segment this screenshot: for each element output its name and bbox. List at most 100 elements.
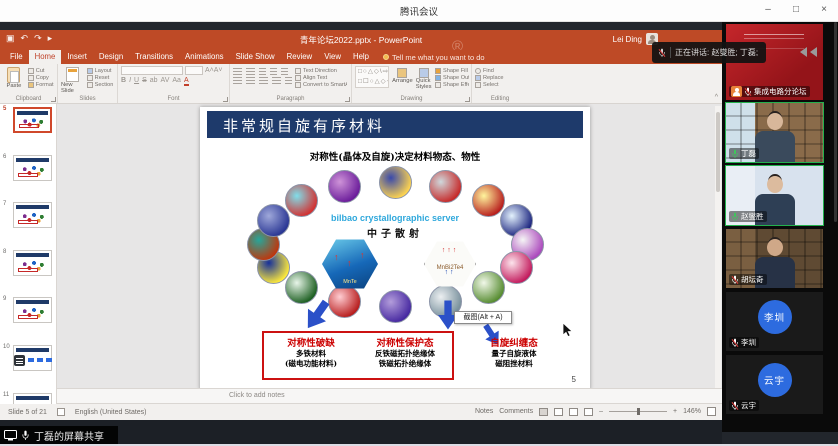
close-button[interactable]: ×: [810, 0, 838, 22]
tab-insert[interactable]: Insert: [61, 50, 93, 64]
italic-button[interactable]: I: [129, 77, 131, 84]
tab-help[interactable]: Help: [347, 50, 375, 64]
list-buttons[interactable]: [233, 68, 292, 75]
text-shadow-button[interactable]: ab: [150, 77, 158, 84]
tab-view[interactable]: View: [318, 50, 347, 64]
zoom-out-icon[interactable]: –: [599, 408, 603, 415]
hexagon-structure-left: ↑↑↑ MnTe: [322, 238, 378, 290]
arrange-button[interactable]: Arrange: [392, 66, 413, 94]
thumbnail-preview: [13, 107, 52, 133]
tab-design[interactable]: Design: [93, 50, 129, 64]
dialog-launcher-icon[interactable]: [345, 97, 350, 102]
zoom-in-icon[interactable]: +: [673, 408, 677, 415]
slide-sorter-icon[interactable]: [554, 408, 563, 416]
normal-view-icon[interactable]: [539, 408, 548, 416]
select-button[interactable]: Select: [475, 82, 526, 88]
convert-smartart-button[interactable]: Convert to SmartArt: [295, 82, 347, 88]
font-size-box[interactable]: [185, 66, 203, 75]
slide[interactable]: 非常规自旋有序材料 对称性(晶体及自旋)决定材料物态、物性 bilbao cry…: [200, 107, 590, 390]
slide-thumbnail-9[interactable]: 9: [0, 295, 57, 339]
dialog-launcher-icon[interactable]: [51, 97, 56, 102]
tell-me-box[interactable]: Tell me what you want to do: [383, 50, 485, 64]
language-indicator[interactable]: English (United States): [75, 409, 147, 416]
line-spacing-icon[interactable]: [281, 68, 288, 75]
slide-thumbnail-11[interactable]: 11: [0, 391, 57, 404]
grow-shrink-font-icon[interactable]: A˄A˅: [205, 67, 223, 74]
change-case-button[interactable]: Aa: [172, 77, 181, 84]
decrease-indent-icon[interactable]: [259, 68, 266, 75]
zoom-level[interactable]: 146%: [683, 408, 701, 415]
zoom-slider[interactable]: [609, 411, 667, 412]
shape-outline-icon: [435, 75, 441, 81]
participant-tile-5[interactable]: 李圳李圳: [726, 292, 823, 351]
participant-tile-4[interactable]: 胡坛奇: [726, 229, 823, 288]
sidebar-scrollbar[interactable]: [834, 22, 837, 222]
columns-icon[interactable]: [285, 77, 292, 84]
dialog-launcher-icon[interactable]: [223, 97, 228, 102]
tab-slide-show[interactable]: Slide Show: [230, 50, 281, 64]
thumbnail-number: 11: [3, 392, 9, 398]
find-button[interactable]: Find: [475, 68, 526, 74]
maximize-button[interactable]: □: [782, 0, 810, 22]
fit-to-window-icon[interactable]: [707, 407, 716, 416]
reset-button[interactable]: Reset: [87, 75, 115, 81]
shape-fill-button[interactable]: Shape Fill: [435, 68, 469, 74]
tab-review[interactable]: Review: [281, 50, 319, 64]
align-center-icon[interactable]: [246, 77, 255, 84]
strikethrough-button[interactable]: S: [142, 77, 147, 84]
section-button[interactable]: Section: [87, 82, 115, 88]
collapse-ribbon-icon[interactable]: ^: [715, 94, 718, 101]
canvas-scrollbar[interactable]: [715, 106, 721, 400]
mic-active-icon: [731, 149, 739, 159]
participant-tile-6[interactable]: 云宇云宇: [726, 355, 823, 414]
align-left-icon[interactable]: [233, 77, 242, 84]
slide-thumbnail-10[interactable]: 10: [0, 343, 57, 387]
bold-button[interactable]: B: [121, 77, 126, 84]
comments-toggle[interactable]: Comments: [499, 408, 533, 415]
screen-share-indicator[interactable]: 丁磊的屏幕共享: [0, 426, 118, 444]
char-spacing-button[interactable]: AV: [161, 77, 170, 84]
spellcheck-icon[interactable]: [57, 408, 65, 416]
copy-button[interactable]: Copy: [28, 75, 55, 81]
new-slide-button[interactable]: New Slide: [61, 66, 84, 94]
tab-transitions[interactable]: Transitions: [129, 50, 179, 64]
lightbulb-icon: [383, 54, 389, 60]
participant-tile-3[interactable]: 赵燮胜: [726, 166, 823, 225]
reading-view-icon[interactable]: [569, 408, 578, 416]
bullets-icon[interactable]: [233, 68, 242, 75]
numbering-icon[interactable]: [246, 68, 255, 75]
justify-icon[interactable]: [272, 77, 281, 84]
font-format-buttons[interactable]: B I U S ab AV Aa A: [121, 77, 227, 86]
screenshot-tooltip: 截图(Alt + A): [454, 311, 512, 324]
align-right-icon[interactable]: [259, 77, 268, 84]
align-buttons[interactable]: [233, 77, 292, 84]
slide-thumbnail-5[interactable]: 5: [0, 105, 57, 149]
underline-button[interactable]: U: [134, 77, 139, 84]
quick-styles-button[interactable]: Quick Styles: [416, 66, 432, 94]
text-direction-button[interactable]: Text Direction: [295, 68, 347, 74]
minimize-button[interactable]: –: [754, 0, 782, 22]
notes-toggle[interactable]: Notes: [475, 408, 493, 415]
tab-file[interactable]: File: [4, 50, 29, 64]
format-painter-button[interactable]: Format Painter: [28, 82, 55, 88]
tab-home[interactable]: Home: [29, 50, 62, 64]
shape-outline-button[interactable]: Shape Outline: [435, 75, 469, 81]
shape-effects-button[interactable]: Shape Effects: [435, 82, 469, 88]
dialog-launcher-icon[interactable]: [465, 97, 470, 102]
tab-animations[interactable]: Animations: [179, 50, 230, 64]
replace-button[interactable]: Replace: [475, 75, 526, 81]
slide-thumbnail-7[interactable]: 7: [0, 200, 57, 244]
align-text-button[interactable]: Align Text: [295, 75, 347, 81]
increase-indent-icon[interactable]: [270, 68, 277, 75]
slide-thumbnail-6[interactable]: 6: [0, 153, 57, 197]
paste-button[interactable]: Paste: [3, 66, 25, 94]
slideshow-icon[interactable]: [584, 408, 593, 416]
participant-tile-2[interactable]: 丁磊: [726, 103, 823, 162]
notes-pane[interactable]: Click to add notes: [57, 388, 722, 404]
font-name-box[interactable]: [121, 66, 183, 75]
cut-button[interactable]: Cut: [28, 68, 55, 74]
shapes-gallery[interactable]: □○△◇\⇨□☐○△◇~: [355, 66, 389, 88]
font-color-button[interactable]: A: [184, 77, 189, 86]
layout-button[interactable]: Layout: [87, 68, 115, 74]
slide-thumbnail-8[interactable]: 8: [0, 248, 57, 292]
